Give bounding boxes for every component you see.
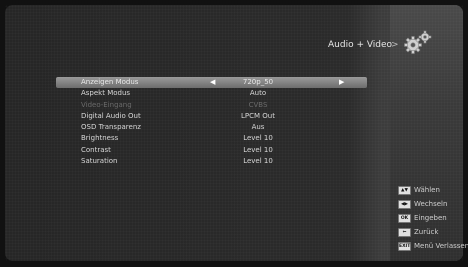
back-key-icon: ⇐ [398, 228, 411, 237]
legend-label: Wählen [414, 186, 440, 194]
breadcrumb-chevron-icon: > [391, 40, 399, 50]
page-title: Audio + Video [328, 40, 393, 50]
row-value: LPCM Out [241, 111, 275, 120]
legend-label: Menü Verlassen [414, 242, 468, 250]
row-value: Auto [249, 89, 267, 98]
row-value: Aus [251, 123, 265, 132]
legend-label: Wechseln [414, 200, 448, 208]
menu-row-digital-audio-out[interactable]: Digital Audio Out LPCM Out [56, 111, 367, 122]
row-value: Level 10 [243, 157, 273, 166]
right-arrow-icon[interactable]: ▶ [339, 77, 344, 88]
menu-row-video-eingang: Video-Eingang CVBS [56, 100, 367, 111]
menu-row-contrast[interactable]: Contrast Level 10 [56, 145, 367, 156]
screen: Audio + Video > Anzeigen Modus ◀ 720p_50… [0, 0, 468, 267]
row-value: 720p_50 [242, 78, 274, 86]
menu-row-anzeigen-modus[interactable]: Anzeigen Modus ◀ 720p_50 ▶ [56, 77, 367, 89]
exit-key-icon: EXIT [398, 242, 411, 251]
menu-row-saturation[interactable]: Saturation Level 10 [56, 156, 367, 167]
row-value: Level 10 [243, 145, 273, 154]
ok-key-icon: OK [398, 214, 411, 223]
up-down-key-icon: ▲▼ [398, 186, 411, 195]
legend-label: Eingeben [414, 214, 447, 222]
menu-row-brightness[interactable]: Brightness Level 10 [56, 133, 367, 144]
legend-label: Zurück [414, 228, 439, 236]
row-value: CVBS [248, 100, 268, 109]
row-value: Level 10 [243, 134, 273, 143]
gear-icon [404, 30, 432, 54]
left-right-key-icon: ◀▶ [398, 200, 411, 209]
menu-row-osd-transparenz[interactable]: OSD Transparenz Aus [56, 122, 367, 133]
menu-row-aspekt-modus[interactable]: Aspekt Modus Auto [56, 88, 367, 99]
settings-list: Anzeigen Modus ◀ 720p_50 ▶ Aspekt Modus … [56, 77, 367, 167]
